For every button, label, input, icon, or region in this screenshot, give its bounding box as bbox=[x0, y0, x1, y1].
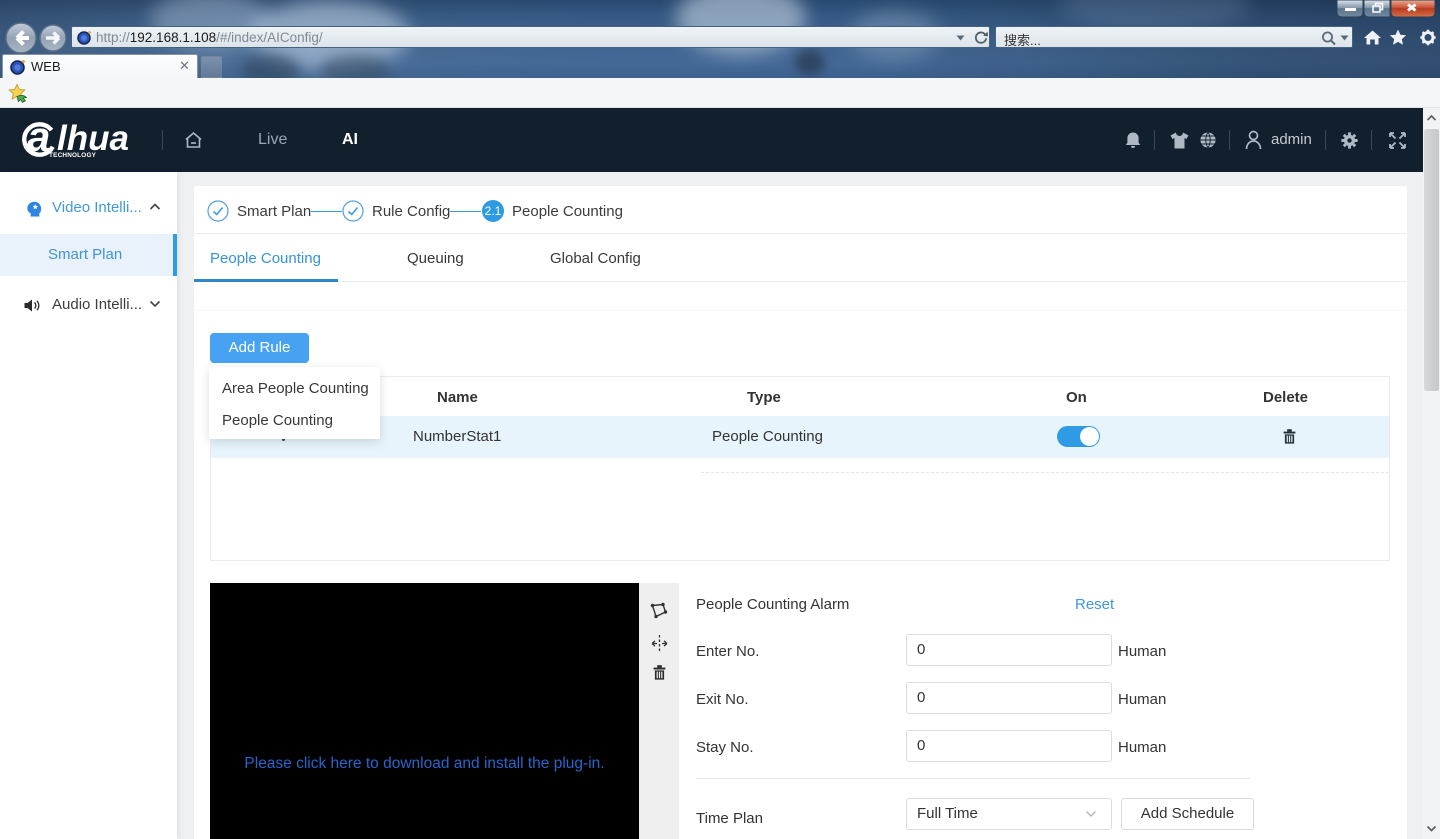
svg-text:TECHNOLOGY: TECHNOLOGY bbox=[49, 152, 97, 159]
svg-text:a: a bbox=[27, 119, 50, 160]
